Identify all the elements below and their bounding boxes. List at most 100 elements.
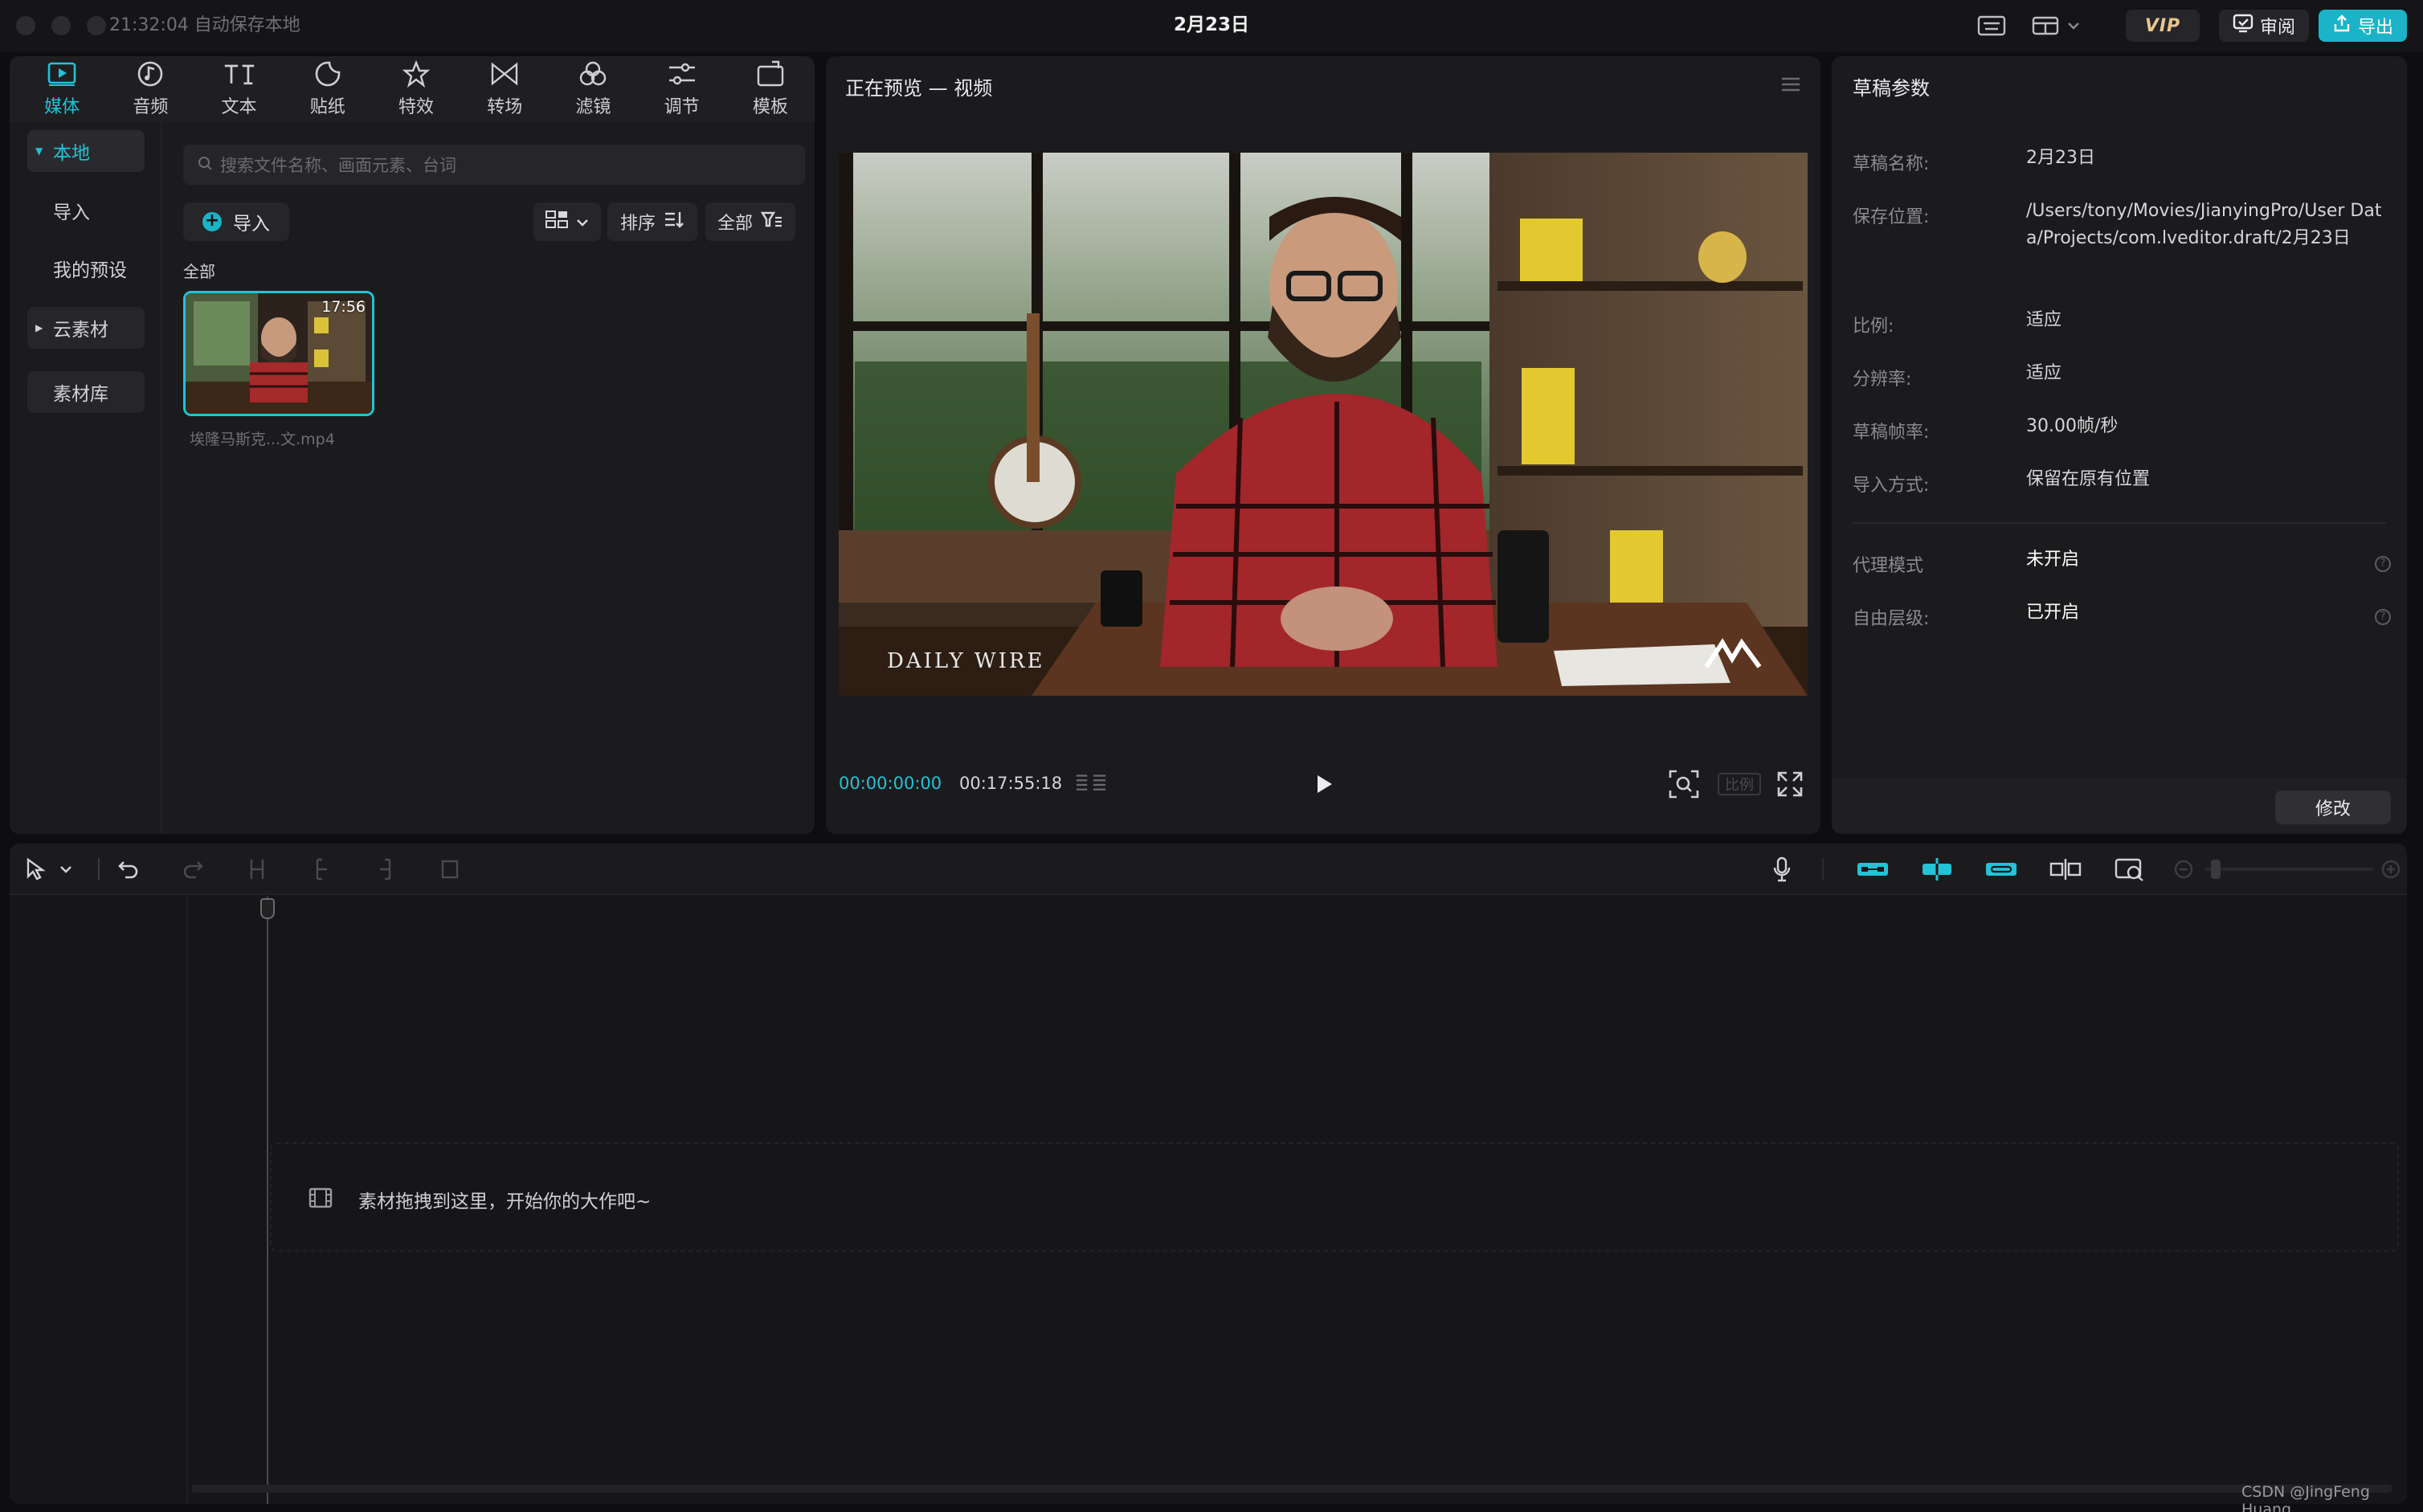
zoom-in-icon[interactable]	[2376, 855, 2405, 884]
window-title: 2月23日	[1173, 14, 1249, 35]
text-icon	[223, 60, 255, 88]
playhead-line[interactable]	[267, 897, 268, 1504]
props-title: 草稿参数	[1853, 77, 1930, 100]
delete-icon[interactable]	[435, 855, 464, 884]
auto-snap-icon[interactable]	[1920, 855, 1954, 884]
filter-label: 全部	[717, 214, 753, 234]
undo-icon[interactable]	[114, 855, 143, 884]
sidebar-item-label: 云素材	[53, 320, 108, 341]
layout-switch-icon[interactable]	[2031, 13, 2084, 39]
redo-icon[interactable]	[178, 855, 207, 884]
search-placeholder: 搜索文件名称、画面元素、台词	[220, 156, 456, 175]
title-bar: 21:32:04 自动保存本地 2月23日 VIP 审阅 导出	[0, 0, 2423, 51]
sidebar-item-local[interactable]: ▼ 本地	[27, 130, 145, 172]
filter-button[interactable]: 全部	[705, 202, 795, 241]
tab-label: 调节	[664, 97, 700, 117]
modify-button[interactable]: 修改	[2275, 791, 2391, 824]
sidebar-item-import[interactable]: 导入	[27, 190, 145, 231]
export-button[interactable]: 导出	[2319, 10, 2407, 42]
tab-effects[interactable]: 特效	[372, 56, 460, 122]
film-strip-icon	[308, 1187, 333, 1212]
fullscreen-icon[interactable]	[1774, 770, 1806, 799]
preview-title: 正在预览 — 视频	[845, 77, 993, 100]
aspect-ratio-button[interactable]: 比例	[1718, 773, 1761, 795]
search-icon	[198, 155, 212, 174]
tab-filter[interactable]: 滤镜	[549, 56, 637, 122]
playhead-handle[interactable]	[260, 898, 275, 919]
zoom-window-button[interactable]	[87, 16, 106, 35]
chevron-down-icon[interactable]	[56, 855, 76, 884]
split-icon[interactable]	[243, 855, 272, 884]
prop-value: 适应	[2026, 363, 2062, 383]
export-label: 导出	[2357, 18, 2393, 38]
prop-key: 代理模式	[1853, 556, 1924, 576]
tab-media[interactable]: 媒体	[18, 56, 106, 122]
play-button[interactable]	[1311, 771, 1337, 797]
waveform-list-icon[interactable]	[1075, 770, 1107, 799]
tab-adjust[interactable]: 调节	[638, 56, 726, 122]
draft-properties-panel: 草稿参数 草稿名称: 2月23日 保存位置: /Users/tony/Movie…	[1832, 56, 2407, 834]
search-input[interactable]: 搜索文件名称、画面元素、台词	[183, 145, 805, 185]
minimize-window-button[interactable]	[51, 16, 71, 35]
help-icon[interactable]: ?	[2375, 609, 2391, 625]
vip-label: VIP	[2144, 15, 2181, 36]
prop-value[interactable]: 已开启	[2026, 599, 2388, 627]
media-clip-thumbnail[interactable]: 17:56	[183, 291, 374, 416]
trim-right-icon[interactable]	[371, 855, 400, 884]
props-divider	[1853, 522, 2386, 524]
review-button[interactable]: 审阅	[2219, 10, 2309, 42]
linkage-icon[interactable]	[1984, 855, 2018, 884]
menu-icon[interactable]	[1780, 76, 1801, 96]
help-icon[interactable]: ?	[2375, 556, 2391, 572]
zoom-out-icon[interactable]	[2169, 855, 2198, 884]
track-header-column	[10, 897, 188, 1504]
media-body: ▼ 本地 导入 我的预设 ▶ 云素材 素材库 搜索文件名称、画面元素、台词 + …	[10, 122, 815, 834]
tab-label: 媒体	[44, 97, 80, 117]
trim-left-icon[interactable]	[307, 855, 336, 884]
sticker-icon	[312, 60, 344, 88]
caret-down-icon: ▼	[35, 145, 43, 157]
main-track-magnet-icon[interactable]	[1856, 855, 1890, 884]
zoom-slider[interactable]	[2204, 868, 2373, 871]
sidebar-item-label: 本地	[53, 143, 90, 164]
effects-star-icon	[400, 60, 432, 88]
sidebar-item-library[interactable]: 素材库	[27, 371, 145, 413]
timeline-scrollbar[interactable]	[191, 1485, 2392, 1493]
fit-zoom-icon[interactable]	[1668, 770, 1700, 799]
tab-sticker[interactable]: 贴纸	[284, 56, 372, 122]
prop-value[interactable]: 未开启	[2026, 546, 2388, 574]
sort-label: 排序	[619, 214, 656, 234]
view-mode-button[interactable]	[533, 202, 601, 241]
sidebar-item-cloud[interactable]: ▶ 云素材	[27, 307, 145, 349]
close-window-button[interactable]	[16, 16, 35, 35]
export-icon	[2332, 14, 2351, 38]
preview-panel: 正在预览 — 视频 DAILY WIRE 00:00:00:00 00:17:5…	[826, 56, 1820, 834]
toolbar-separator	[98, 858, 100, 881]
thumbnail-view-icon[interactable]	[2113, 855, 2147, 884]
prop-key: 保存位置:	[1853, 207, 1930, 227]
prop-value: 适应	[2026, 310, 2062, 330]
prop-key: 导入方式:	[1853, 476, 1930, 496]
cursor-select-icon[interactable]	[21, 855, 50, 884]
preview-axis-icon[interactable]	[2049, 855, 2082, 884]
music-note-icon	[134, 60, 166, 88]
autosave-status: 21:32:04 自动保存本地	[109, 15, 300, 35]
tab-template[interactable]: 模板	[726, 56, 815, 122]
review-icon	[2233, 14, 2253, 38]
prop-value: 保留在原有位置	[2026, 469, 2151, 489]
microphone-icon[interactable]	[1767, 855, 1796, 884]
video-preview[interactable]: DAILY WIRE	[839, 153, 1808, 696]
keyboard-shortcuts-icon[interactable]	[1976, 13, 2007, 39]
sidebar-item-presets[interactable]: 我的预设	[27, 247, 145, 289]
media-tabs: 媒体 音频 文本 贴纸 特效 转场 滤镜 调节 模板	[10, 56, 815, 122]
import-button[interactable]: + 导入	[183, 202, 289, 241]
tab-transition[interactable]: 转场	[460, 56, 549, 122]
sort-button[interactable]: 排序	[607, 202, 697, 241]
tab-text[interactable]: 文本	[194, 56, 283, 122]
caret-right-icon: ▶	[35, 322, 43, 333]
vip-button[interactable]: VIP	[2126, 10, 2200, 42]
tab-label: 贴纸	[309, 97, 345, 117]
zoom-slider-handle[interactable]	[2211, 860, 2221, 879]
review-label: 审阅	[2259, 18, 2295, 38]
tab-audio[interactable]: 音频	[106, 56, 194, 122]
